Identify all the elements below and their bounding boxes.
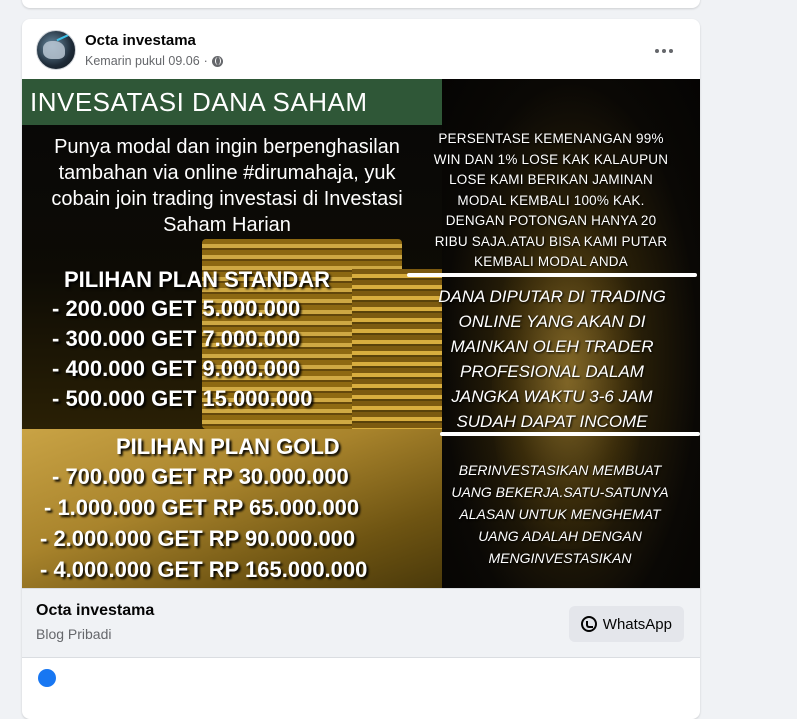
plan-standard-item: - 400.000 GET 9.000.000 [52,356,301,381]
right-text-line: MAINKAN OLEH TRADER [450,337,654,356]
right-text-line: KEMBALI MODAL ANDA [474,254,628,269]
right-text-line: MENGINVESTASIKAN [488,550,632,566]
footer-subtitle: Blog Pribadi [36,626,112,642]
right-text-line: DANA DIPUTAR DI TRADING [438,287,666,306]
intro-line: Saham Harian [163,214,291,236]
previous-post-card [22,0,700,8]
image-intro: Punya modal dan ingin berpenghasilan tam… [22,134,432,238]
plan-standard-item: - 200.000 GET 5.000.000 [52,296,301,321]
plan-standard-item: - 500.000 GET 15.000.000 [52,386,313,411]
right-text-line: PROFESIONAL DALAM [460,362,644,381]
right-text-line: SUDAH DAPAT INCOME [456,412,648,431]
link-preview-footer[interactable]: Octa investama Blog Pribadi WhatsApp [22,588,700,658]
globe-icon [211,55,223,67]
right-text-line: UANG BEKERJA.SATU-SATUNYA [451,484,669,500]
right-text-line: RIBU SAJA.ATAU BISA KAMI PUTAR [434,233,668,249]
plan-standard-item: - 300.000 GET 7.000.000 [52,326,301,351]
chart-arrow-icon [56,33,74,49]
right-text-line: LOSE KAMI BERIKAN JAMINAN [449,172,653,187]
right-text-line: ALASAN UNTUK MENGHEMAT [459,506,661,522]
intro-line: cobain join trading investasi di Investa… [51,188,403,210]
plan-gold-item: - 1.000.000 GET RP 65.000.000 [44,495,360,520]
plan-standard-title: PILIHAN PLAN STANDAR [64,267,331,292]
right-text-line: UANG ADALAH DENGAN [478,528,642,544]
right-text-line: BERINVESTASIKAN MEMBUAT [458,462,662,478]
image-title: INVESATASI DANA SAHAM [30,86,368,117]
divider-line [440,432,700,436]
right-text-block-2: DANA DIPUTAR DI TRADING ONLINE YANG AKAN… [427,284,677,434]
post-header: Octa investama Kemarin pukul 09.06 · [22,19,700,79]
page-avatar[interactable] [36,30,76,70]
page-name[interactable]: Octa investama [85,32,196,49]
right-text-line: MODAL KEMBALI 100% KAK. [457,192,645,208]
meta-separator: · [203,54,208,68]
like-reaction-icon[interactable] [38,669,56,687]
whatsapp-icon [580,616,597,632]
right-text-line: WIN DAN 1% LOSE KAK KALAUPUN [433,151,669,167]
post-image[interactable]: INVESATASI DANA SAHAM Punya modal dan in… [22,79,700,588]
post-meta: Kemarin pukul 09.06 · [85,54,223,68]
intro-line: Punya modal dan ingin berpenghasilan [54,136,400,158]
plan-gold-item: - 4.000.000 GET RP 165.000.000 [40,557,368,582]
footer-page-name: Octa investama [36,602,155,619]
right-text-line: DENGAN POTONGAN HANYA 20 [445,213,657,228]
dot-icon [669,49,673,53]
intro-line: tambahan via online #dirumahaja, yuk [58,162,396,184]
right-text-block-1: PERSENTASE KEMENANGAN 99% WIN DAN 1% LOS… [422,129,680,273]
whatsapp-button-label: WhatsApp [602,615,672,633]
image-title-bar: INVESATASI DANA SAHAM [22,79,442,125]
dot-icon [655,49,659,53]
plan-gold-item: - 2.000.000 GET RP 90.000.000 [40,526,356,551]
plan-gold-item: - 700.000 GET RP 30.000.000 [52,464,349,489]
divider-line [407,273,697,277]
more-options-button[interactable] [646,33,682,69]
post-timestamp[interactable]: Kemarin pukul 09.06 [85,54,200,68]
right-text-line: PERSENTASE KEMENANGAN 99% [438,131,664,146]
post-card: Octa investama Kemarin pukul 09.06 · INV… [22,19,700,719]
plan-gold-title: PILIHAN PLAN GOLD [116,434,340,459]
whatsapp-button[interactable]: WhatsApp [568,606,684,642]
dot-icon [662,49,666,53]
right-text-block-3: BERINVESTASIKAN MEMBUAT UANG BEKERJA.SAT… [440,459,680,569]
right-text-line: ONLINE YANG AKAN DI [458,312,646,331]
right-text-line: JANGKA WAKTU 3-6 JAM [451,387,653,406]
